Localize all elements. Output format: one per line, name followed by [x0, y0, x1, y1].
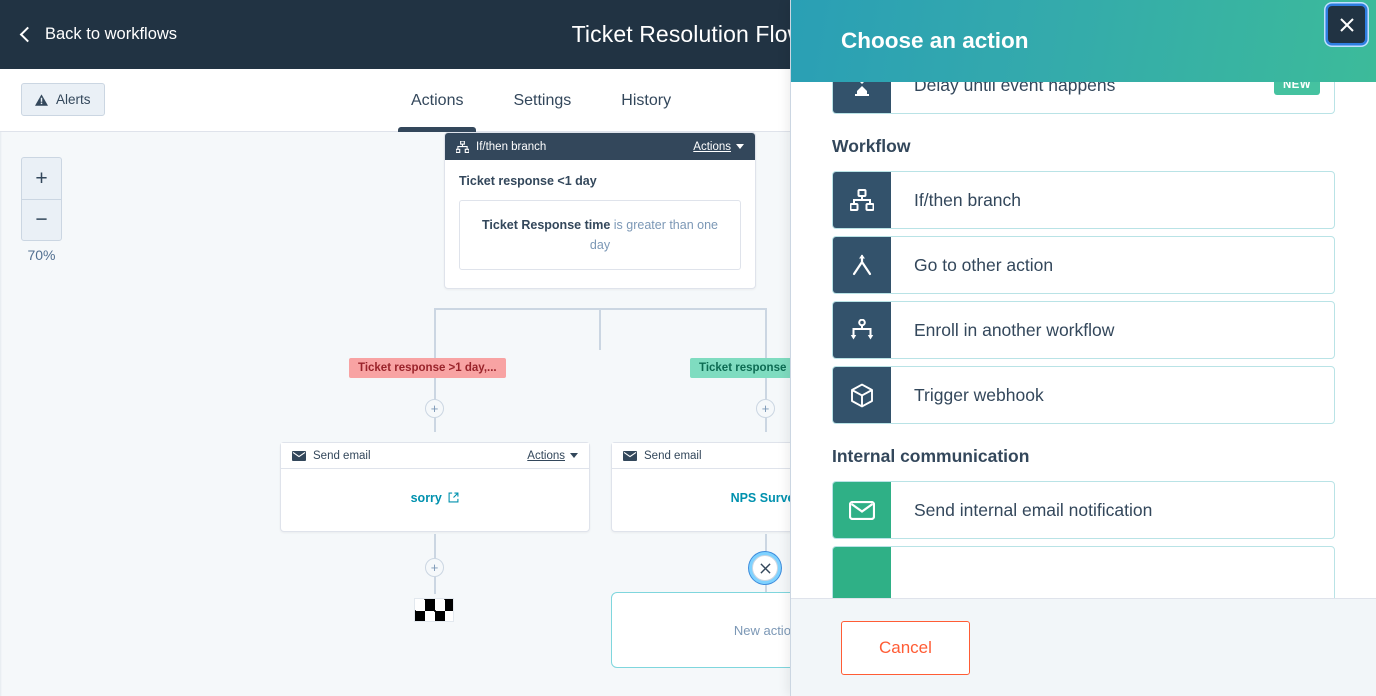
cube-icon: [833, 367, 891, 423]
branch-condition-box: Ticket Response time is greater than one…: [459, 200, 741, 270]
group-title-internal-communication: Internal communication: [832, 446, 1030, 466]
chat-icon: [833, 547, 891, 598]
envelope-icon: [292, 450, 306, 461]
action-item-label: If/then branch: [914, 189, 1022, 210]
send-email-left-actions-label: Actions: [527, 449, 565, 462]
send-email-card-left[interactable]: Send email Actions sorry: [280, 442, 590, 532]
back-to-workflows-link[interactable]: Back to workflows: [19, 0, 178, 69]
send-email-left-link-label: sorry: [410, 491, 442, 505]
connector-trunk: [599, 308, 601, 350]
panel-title: Choose an action: [841, 28, 1029, 53]
envelope-icon: [833, 482, 891, 538]
branch-icon: [456, 140, 469, 153]
checkered-flag-icon: [414, 598, 454, 622]
branch-pill-right[interactable]: Ticket response: [690, 358, 796, 378]
action-item-partial-next[interactable]: [832, 546, 1335, 598]
action-item-label: Go to other action: [914, 254, 1054, 275]
tab-history[interactable]: History: [596, 69, 696, 132]
tab-actions[interactable]: Actions: [386, 69, 488, 132]
ifthen-actions-label: Actions: [693, 140, 731, 153]
external-link-icon: [448, 492, 459, 503]
ifthen-card-actions-menu[interactable]: Actions: [693, 141, 744, 153]
tab-settings[interactable]: Settings: [488, 69, 596, 132]
send-email-left-title: Send email: [313, 449, 371, 462]
cancel-button[interactable]: Cancel: [841, 620, 970, 675]
action-item-label: Trigger webhook: [914, 384, 1044, 405]
ifthen-branch-card[interactable]: If/then branch Actions Ticket response <…: [444, 132, 756, 289]
zoom-percent-label: 70%: [27, 247, 56, 263]
panel-scroll-top: Delay until event happens NEW: [832, 82, 1335, 114]
plus-icon: +: [430, 560, 439, 575]
enroll-workflow-icon: [833, 302, 891, 358]
connector-split: [434, 308, 766, 310]
action-item-if-then-branch[interactable]: If/then branch: [832, 171, 1335, 229]
add-step-left-lower[interactable]: +: [425, 558, 444, 577]
new-action-label: New action: [733, 622, 799, 638]
action-item-enroll-in-another-workflow[interactable]: Enroll in another workflow: [832, 301, 1335, 359]
app-root: Ticket Resolution Flow Back to workflows…: [0, 0, 1376, 696]
ifthen-card-body: Ticket response <1 day Ticket Response t…: [445, 160, 755, 288]
send-email-left-header: Send email Actions: [281, 443, 589, 469]
tab-list: Actions Settings History: [386, 69, 696, 132]
back-link-label: Back to workflows: [45, 25, 178, 43]
branch-pill-left-label: Ticket response >1 day,...: [358, 362, 497, 374]
plus-icon: +: [35, 166, 48, 190]
goto-action-icon: [833, 237, 891, 293]
send-email-right-title: Send email: [644, 449, 702, 462]
send-email-left-actions-menu[interactable]: Actions: [527, 450, 578, 462]
tab-settings-label: Settings: [513, 91, 572, 109]
cancel-button-label: Cancel: [879, 637, 932, 657]
branch-name-label: Ticket response <1 day: [459, 174, 597, 188]
action-item-label: Enroll in another workflow: [914, 319, 1115, 340]
tab-history-label: History: [621, 91, 672, 109]
plus-icon: +: [430, 401, 439, 416]
add-step-left[interactable]: +: [425, 399, 444, 418]
envelope-icon: [623, 450, 637, 461]
action-item-trigger-webhook[interactable]: Trigger webhook: [832, 366, 1335, 424]
action-item-label: Send internal email notification: [914, 499, 1153, 520]
close-new-action-button[interactable]: [752, 555, 778, 581]
chevron-down-icon: [570, 453, 578, 458]
tab-actions-label: Actions: [411, 91, 464, 109]
alerts-button[interactable]: Alerts: [21, 83, 105, 116]
ifthen-card-header: If/then branch Actions: [445, 133, 755, 160]
alerts-label: Alerts: [56, 92, 91, 107]
chevron-down-icon: [736, 144, 744, 149]
zoom-out-button[interactable]: −: [21, 199, 62, 241]
ifthen-card-title: If/then branch: [476, 140, 547, 153]
branch-icon: [833, 172, 891, 228]
panel-close-button[interactable]: [1328, 6, 1365, 43]
chevron-left-icon: [19, 26, 36, 43]
action-item-go-to-other-action[interactable]: Go to other action: [832, 236, 1335, 294]
new-badge: NEW: [1273, 82, 1320, 95]
panel-footer: Cancel: [791, 598, 1376, 696]
action-item-label: Delay until event happens: [914, 82, 1116, 95]
action-item-send-internal-email-notification[interactable]: Send internal email notification: [832, 481, 1335, 539]
condition-operator: is greater than one day: [589, 218, 718, 252]
warning-triangle-icon: [35, 93, 48, 106]
close-icon: [1339, 17, 1354, 32]
condition-property: Ticket Response time: [481, 218, 611, 232]
close-icon: [759, 562, 771, 574]
panel-header: Choose an action: [791, 0, 1376, 82]
branch-pill-right-label: Ticket response: [699, 362, 787, 374]
hourglass-icon: [833, 82, 891, 113]
action-item-delay-until-event[interactable]: Delay until event happens NEW: [832, 82, 1335, 114]
minus-icon: −: [35, 208, 48, 231]
plus-icon: +: [761, 401, 770, 416]
send-email-left-link[interactable]: sorry: [281, 469, 589, 531]
add-step-right[interactable]: +: [756, 399, 775, 418]
zoom-controls: + − 70%: [21, 157, 62, 263]
group-title-workflow: Workflow: [832, 136, 911, 156]
choose-action-panel: Choose an action Delay until event happe…: [790, 0, 1376, 696]
branch-pill-left[interactable]: Ticket response >1 day,...: [349, 358, 506, 378]
zoom-in-button[interactable]: +: [21, 157, 62, 199]
action-item-label: [891, 547, 1334, 598]
panel-body[interactable]: Delay until event happens NEW Workflow I…: [791, 82, 1376, 598]
